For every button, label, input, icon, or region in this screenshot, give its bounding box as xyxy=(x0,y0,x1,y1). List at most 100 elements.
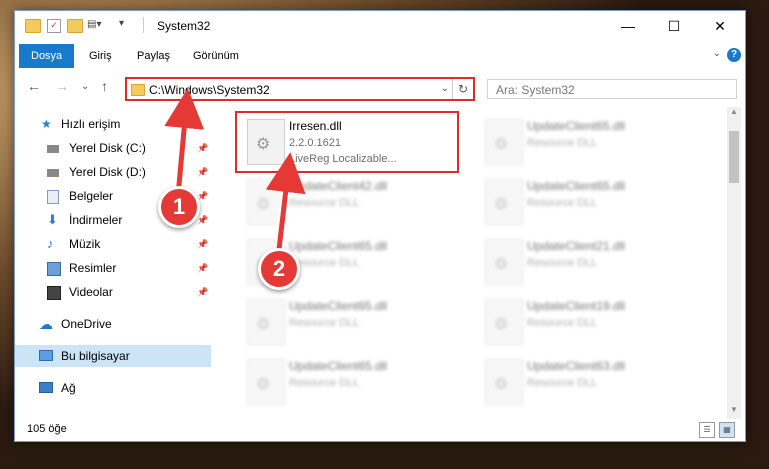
tab-view[interactable]: Görünüm xyxy=(183,46,249,66)
pin-icon[interactable]: 📌 xyxy=(197,161,208,183)
computer-icon xyxy=(39,350,53,361)
forward-button[interactable]: → xyxy=(55,78,69,94)
file-description: Resource DLL xyxy=(289,377,360,389)
sidebar-item-label: OneDrive xyxy=(61,317,112,331)
file-name: UpdateClient19.dll xyxy=(527,299,626,313)
annotation-badge-2: 2 xyxy=(258,248,300,290)
file-description: Resource DLL xyxy=(527,377,598,389)
title-bar: ✓ ▤▾ ▾ System32 — ☐ ✕ xyxy=(15,11,745,41)
documents-icon xyxy=(47,190,59,204)
customize-toolbar-icon[interactable]: ▤▾ xyxy=(87,19,101,31)
file-item[interactable]: ⚙ UpdateClient65.dll Resource DLL xyxy=(237,293,457,351)
search-placeholder: Ara: System32 xyxy=(496,83,575,97)
pin-icon[interactable]: 📌 xyxy=(197,137,208,159)
sidebar-item-label: Yerel Disk (D:) xyxy=(69,165,146,179)
sidebar-item-this-pc[interactable]: Bu bilgisayar xyxy=(15,345,211,367)
help-icon[interactable]: ? xyxy=(727,48,741,62)
dll-file-icon: ⚙ xyxy=(485,359,523,405)
sidebar-item-onedrive[interactable]: ☁ OneDrive xyxy=(15,313,211,335)
sidebar-item-network[interactable]: Ağ xyxy=(15,377,211,399)
dll-file-icon: ⚙ xyxy=(247,119,285,165)
properties-icon[interactable]: ✓ xyxy=(47,19,61,33)
folder-icon xyxy=(131,84,145,96)
file-item-irresen-dll[interactable]: ⚙ Irresen.dll 2.2.0.1621 LiveReg Localiz… xyxy=(235,111,459,173)
file-description: Resource DLL xyxy=(527,317,598,329)
annotation-badge-1: 1 xyxy=(158,186,200,228)
file-item[interactable]: ⚙ UpdateClient42.dll Resource DLL xyxy=(237,173,457,231)
file-item[interactable]: ⚙ UpdateClient21.dll Resource DLL xyxy=(475,233,695,291)
sidebar-item-quick-access[interactable]: ★ Hızlı erişim xyxy=(15,113,211,135)
sidebar-item-videos[interactable]: Videolar 📌 xyxy=(15,281,211,303)
sidebar-item-local-disk-c[interactable]: Yerel Disk (C:) 📌 xyxy=(15,137,211,159)
file-name: UpdateClient42.dll xyxy=(289,179,388,193)
back-button[interactable]: ← xyxy=(27,78,41,94)
drive-icon xyxy=(47,145,59,153)
navigation-bar: ← → ⌄ ↑ C:\Windows\System32 ⌄ ↻ Ara: Sys… xyxy=(15,69,745,107)
scrollbar-thumb[interactable] xyxy=(729,131,739,183)
dll-file-icon: ⚙ xyxy=(247,179,285,225)
dll-file-icon: ⚙ xyxy=(485,119,523,165)
ribbon: Dosya Giriş Paylaş Görünüm ⌄ ? xyxy=(15,41,745,70)
sidebar-item-local-disk-d[interactable]: Yerel Disk (D:) 📌 xyxy=(15,161,211,183)
pin-icon[interactable]: 📌 xyxy=(197,257,208,279)
star-icon: ★ xyxy=(41,117,52,131)
details-view-icon[interactable]: ☰ xyxy=(699,422,715,438)
up-button[interactable]: ↑ xyxy=(101,78,108,94)
new-folder-icon[interactable] xyxy=(67,19,83,33)
tab-share[interactable]: Paylaş xyxy=(127,46,180,66)
dll-file-icon: ⚙ xyxy=(485,239,523,285)
scroll-down-icon[interactable]: ▼ xyxy=(727,405,741,419)
file-name: UpdateClient63.dll xyxy=(527,359,626,373)
file-item[interactable]: ⚙ UpdateClient65.dll Resource DLL xyxy=(475,113,695,171)
tab-home[interactable]: Giriş xyxy=(79,46,122,66)
file-description: Resource DLL xyxy=(527,257,598,269)
search-input[interactable]: Ara: System32 xyxy=(487,79,737,99)
tab-file[interactable]: Dosya xyxy=(19,44,75,68)
sidebar-item-label: Videolar xyxy=(69,285,113,299)
sidebar-item-label: İndirmeler xyxy=(69,213,123,227)
dll-file-icon: ⚙ xyxy=(247,299,285,345)
address-dropdown-icon[interactable]: ⌄ xyxy=(441,83,449,94)
file-description: Resource DLL xyxy=(289,317,360,329)
file-item[interactable]: ⚙ UpdateClient65.dll Resource DLL xyxy=(237,353,457,411)
recent-locations-button[interactable]: ⌄ xyxy=(81,81,89,92)
file-name: UpdateClient65.dll xyxy=(289,359,388,373)
file-description: Resource DLL xyxy=(527,137,598,149)
file-name: UpdateClient65.dll xyxy=(527,119,626,133)
download-icon: ⬇ xyxy=(47,212,58,227)
file-name: UpdateClient65.dll xyxy=(527,179,626,193)
file-item[interactable]: ⚙ UpdateClient65.dll Resource DLL xyxy=(475,173,695,231)
pin-icon[interactable]: 📌 xyxy=(197,281,208,303)
file-item[interactable]: ⚙ UpdateClient63.dll Resource DLL xyxy=(475,353,695,411)
large-icons-view-icon[interactable]: ▦ xyxy=(719,422,735,438)
ribbon-collapse-icon[interactable]: ⌄ xyxy=(713,48,721,59)
file-item[interactable]: ⚙ UpdateClient19.dll Resource DLL xyxy=(475,293,695,351)
sidebar-item-label: Müzik xyxy=(69,237,101,251)
minimize-button[interactable]: — xyxy=(605,11,651,41)
sidebar-item-label: Resimler xyxy=(69,261,117,275)
sidebar-item-music[interactable]: ♪ Müzik 📌 xyxy=(15,233,211,255)
file-name: UpdateClient21.dll xyxy=(527,239,626,253)
address-bar[interactable]: C:\Windows\System32 ⌄ ↻ xyxy=(125,77,475,101)
sidebar-item-label: Hızlı erişim xyxy=(61,117,121,131)
scroll-up-icon[interactable]: ▲ xyxy=(727,107,741,121)
dll-file-icon: ⚙ xyxy=(485,299,523,345)
sidebar-item-pictures[interactable]: Resimler 📌 xyxy=(15,257,211,279)
vertical-scrollbar[interactable]: ▲ ▼ xyxy=(727,107,741,419)
navigation-pane: ★ Hızlı erişim Yerel Disk (C:) 📌 Yerel D… xyxy=(15,107,211,419)
close-button[interactable]: ✕ xyxy=(697,11,743,41)
pin-icon[interactable]: 📌 xyxy=(197,233,208,255)
refresh-button[interactable]: ↻ xyxy=(452,79,473,99)
file-name: UpdateClient65.dll xyxy=(289,239,388,253)
sidebar-item-label: Bu bilgisayar xyxy=(61,349,130,363)
file-version: 2.2.0.1621 xyxy=(289,137,341,149)
dll-file-icon: ⚙ xyxy=(485,179,523,225)
item-count: 105 öğe xyxy=(27,423,67,435)
status-bar: 105 öğe ☰ ▦ xyxy=(15,419,745,441)
network-icon xyxy=(39,382,53,393)
toolbar-dropdown-icon[interactable]: ▾ xyxy=(119,18,124,29)
maximize-button[interactable]: ☐ xyxy=(651,11,697,41)
address-path[interactable]: C:\Windows\System32 xyxy=(149,83,270,97)
title-divider xyxy=(143,17,144,33)
explorer-window: ✓ ▤▾ ▾ System32 — ☐ ✕ Dosya Giriş Paylaş… xyxy=(14,10,746,442)
